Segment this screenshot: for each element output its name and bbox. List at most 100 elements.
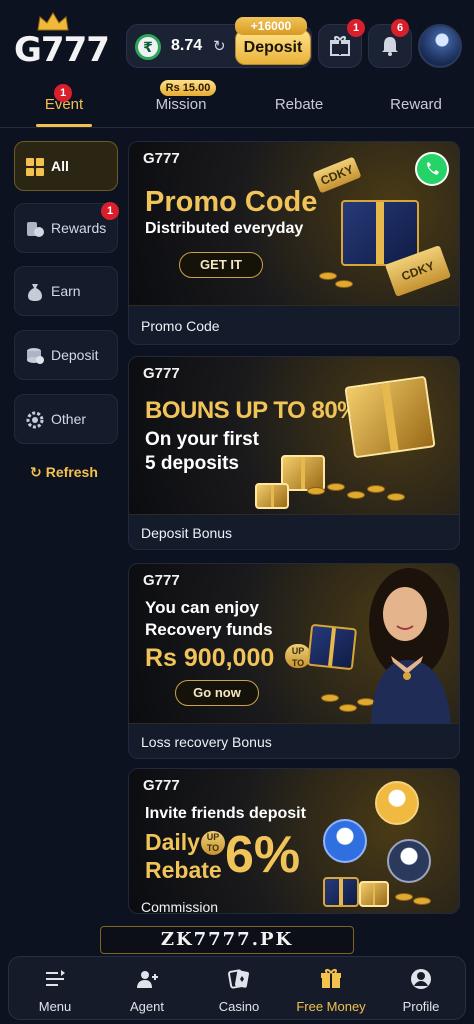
tab-rebate-label: Rebate	[274, 96, 324, 113]
gift-box-decoration	[323, 877, 359, 907]
sidebar-item-label: Deposit	[51, 347, 99, 363]
bottom-navigation: Menu Agent Casino Free Money Profile	[8, 956, 466, 1020]
nav-label: Agent	[130, 999, 164, 1014]
commission-card[interactable]: G777 Invite friends deposit Daily Rebate…	[128, 768, 460, 914]
small-gift-box	[255, 483, 289, 509]
nav-label: Profile	[402, 999, 440, 1014]
gift-icon	[321, 969, 341, 988]
coin-decoration	[307, 487, 325, 495]
top-header: G777 ₹ 8.74 ↻ Deposit +16000 1 6	[0, 0, 474, 78]
loss-recovery-card[interactable]: G777 You can enjoy Recovery funds Rs 900…	[128, 563, 460, 759]
coin-decoration	[335, 280, 353, 288]
banner-line1: On your first	[145, 429, 260, 450]
deposit-bonus-badge: +16000	[235, 17, 307, 35]
banner-rebate: Rebate	[145, 857, 222, 883]
banner-logo: G777	[143, 150, 180, 167]
refresh-balance-icon[interactable]: ↻	[213, 37, 226, 55]
coin-decoration	[347, 491, 365, 499]
notification-badge: 6	[391, 19, 409, 37]
gold-user-icon	[375, 781, 419, 825]
app-logo[interactable]: G777	[14, 12, 110, 70]
coin-decoration	[327, 483, 345, 491]
sidebar-item-deposit[interactable]: Deposit	[14, 330, 118, 380]
card-title: Loss recovery Bonus	[141, 734, 272, 750]
gear-icon	[26, 411, 44, 429]
domain-banner: ZK7777.PK	[100, 926, 354, 954]
nav-casino[interactable]: Casino	[193, 957, 285, 1021]
coin-decoration	[321, 694, 339, 702]
gift-badge: 1	[347, 19, 365, 37]
sidebar-item-label: All	[51, 158, 69, 174]
tab-rebate[interactable]: Rebate	[249, 96, 349, 113]
sidebar-item-all[interactable]: All	[14, 141, 118, 191]
woman-illustration	[369, 568, 451, 724]
sidebar-item-label: Earn	[51, 283, 81, 299]
balance-box: ₹ 8.74 ↻ Deposit +16000	[126, 17, 312, 68]
event-tabs: Event 1 Mission Rs 15.00 Rebate Reward	[0, 80, 474, 128]
get-it-button[interactable]: GET IT	[179, 252, 263, 278]
active-tab-indicator	[36, 124, 92, 127]
promo-ticket: CDKY	[312, 156, 362, 194]
nav-profile[interactable]: Profile	[375, 957, 467, 1021]
promo-card[interactable]: G777 Promo Code Distributed everyday GET…	[128, 141, 460, 345]
avatar[interactable]	[418, 24, 462, 68]
menu-icon	[46, 970, 65, 986]
refresh-label: Refresh	[45, 464, 98, 480]
card-title: Commission	[141, 899, 219, 914]
banner-line2: 5 deposits	[145, 453, 239, 474]
nav-menu[interactable]: Menu	[9, 957, 101, 1021]
grid-icon	[26, 158, 44, 176]
refresh-button[interactable]: ↻ Refresh	[30, 464, 98, 481]
coin-decoration	[387, 493, 405, 501]
sidebar-item-rewards[interactable]: Rewards 1	[14, 202, 119, 253]
sidebar-item-other[interactable]: Other	[14, 394, 118, 444]
blue-user-icon	[323, 819, 367, 863]
sidebar-item-earn[interactable]: Earn	[14, 266, 118, 316]
commission-banner: G777 Invite friends deposit Daily Rebate…	[129, 769, 459, 913]
upto-badge: UP TO	[201, 831, 225, 855]
refresh-icon: ↻	[30, 464, 42, 480]
coin-decoration	[413, 897, 431, 905]
bell-icon	[382, 37, 398, 56]
balance-amount: 8.74	[171, 37, 203, 54]
banner-logo: G777	[143, 365, 180, 382]
rewards-badge: 1	[101, 202, 119, 220]
go-now-button[interactable]: Go now	[175, 680, 259, 706]
deposit-bonus-card[interactable]: G777 BOUNS UP TO 80% On your first 5 dep…	[128, 356, 460, 550]
tab-event-badge: 1	[54, 84, 72, 102]
whatsapp-icon[interactable]	[415, 152, 449, 186]
tab-reward-label: Reward	[390, 96, 442, 113]
card-title: Promo Code	[141, 318, 220, 334]
glowing-gift-box	[344, 375, 436, 459]
tab-reward[interactable]: Reward	[366, 96, 466, 113]
coin-decoration	[395, 893, 413, 901]
agent-icon	[137, 971, 158, 988]
money-bag-icon	[28, 284, 42, 301]
deposit-banner: G777 BOUNS UP TO 80% On your first 5 dep…	[129, 357, 459, 515]
profile-icon	[411, 969, 431, 989]
coin-decoration	[319, 272, 337, 280]
nav-free-money[interactable]: Free Money	[285, 957, 377, 1021]
sidebar-item-label: Rewards	[51, 220, 107, 236]
tab-mission-label: Mission	[155, 96, 207, 113]
gift-button[interactable]: 1	[318, 19, 365, 68]
nav-agent[interactable]: Agent	[101, 957, 193, 1021]
crown-icon	[37, 12, 69, 31]
tab-mission[interactable]: Mission	[131, 96, 231, 113]
grey-user-icon	[387, 839, 431, 883]
banner-line1: Invite friends deposit	[145, 805, 306, 822]
rewards-icon	[27, 222, 44, 237]
banner-percent: 6%	[225, 826, 301, 884]
rupee-icon: ₹	[135, 34, 161, 60]
logo-text: G777	[14, 30, 110, 70]
gift-box-decoration	[306, 623, 358, 671]
loss-recovery-banner: G777 You can enjoy Recovery funds Rs 900…	[129, 564, 459, 724]
card-title: Deposit Bonus	[141, 525, 233, 541]
sidebar-item-label: Other	[51, 411, 87, 427]
gift-icon	[330, 36, 350, 56]
banner-logo: G777	[143, 572, 180, 589]
notification-button[interactable]: 6	[368, 19, 412, 68]
banner-amount: Rs 900,000	[145, 644, 275, 672]
casino-icon	[228, 969, 249, 989]
promo-banner: G777 Promo Code Distributed everyday GET…	[129, 142, 459, 306]
